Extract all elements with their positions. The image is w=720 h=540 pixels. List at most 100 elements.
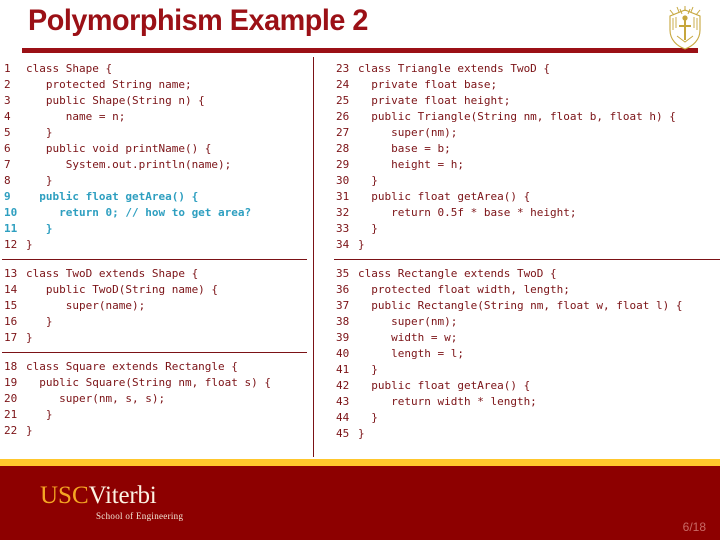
usc-shield-crest-icon bbox=[664, 4, 706, 52]
code-text: public Triangle(String nm, float b, floa… bbox=[358, 110, 676, 123]
code-listing-area: 1 class Shape {2 protected String name; 3 … bbox=[0, 57, 720, 459]
line-number: 32 bbox=[336, 206, 350, 219]
code-text: } bbox=[26, 222, 53, 235]
code-text: class Shape { bbox=[26, 62, 113, 75]
code-text: } bbox=[358, 238, 365, 251]
viterbi-wordmark: Viterbi bbox=[88, 482, 157, 509]
code-text: } bbox=[26, 408, 53, 421]
code-line: 9 public float getArea() { bbox=[0, 189, 313, 205]
code-line: 35 class Rectangle extends TwoD { bbox=[314, 266, 720, 282]
line-number: 17 bbox=[4, 331, 18, 344]
line-number: 23 bbox=[336, 62, 350, 75]
code-line: 21 } bbox=[0, 407, 313, 423]
code-line: 17} bbox=[0, 330, 313, 346]
line-number: 12 bbox=[4, 238, 18, 251]
code-text: private float height; bbox=[358, 94, 511, 107]
code-text: return width * length; bbox=[358, 395, 537, 408]
code-line: 38 super(nm); bbox=[314, 314, 720, 330]
line-number: 29 bbox=[336, 158, 350, 171]
code-text: super(nm); bbox=[358, 126, 458, 139]
line-number: 10 bbox=[4, 206, 18, 219]
code-text: class Square extends Rectangle { bbox=[26, 360, 238, 373]
line-number: 15 bbox=[4, 299, 18, 312]
line-number: 3 bbox=[4, 94, 11, 107]
code-line: 16 } bbox=[0, 314, 313, 330]
page-title: Polymorphism Example 2 bbox=[28, 4, 368, 37]
title-divider-rule bbox=[22, 48, 698, 53]
code-line: 2 protected String name; bbox=[0, 77, 313, 93]
code-line: 20 super(nm, s, s); bbox=[0, 391, 313, 407]
code-line: 14 public TwoD(String name) { bbox=[0, 282, 313, 298]
code-line: 1 class Shape { bbox=[0, 61, 313, 77]
line-number: 2 bbox=[4, 78, 11, 91]
code-text: } bbox=[26, 315, 53, 328]
line-number: 21 bbox=[4, 408, 18, 421]
line-number: 6 bbox=[4, 142, 11, 155]
code-line: 37 public Rectangle(String nm, float w, … bbox=[314, 298, 720, 314]
line-number: 14 bbox=[4, 283, 18, 296]
line-number: 8 bbox=[4, 174, 11, 187]
code-line: 42 public float getArea() { bbox=[314, 378, 720, 394]
line-number: 18 bbox=[4, 360, 18, 373]
code-line: 31 public float getArea() { bbox=[314, 189, 720, 205]
code-text: } bbox=[26, 238, 33, 251]
line-number: 19 bbox=[4, 376, 18, 389]
code-text: } bbox=[358, 411, 378, 424]
line-number: 24 bbox=[336, 78, 350, 91]
code-line: 11 } bbox=[0, 221, 313, 237]
usc-viterbi-logo: USCViterbi School of Engineering bbox=[40, 483, 184, 522]
code-line: 45} bbox=[314, 426, 720, 442]
line-number: 39 bbox=[336, 331, 350, 344]
code-line: 27 super(nm); bbox=[314, 125, 720, 141]
code-text: return 0; // how to get area? bbox=[26, 206, 252, 219]
line-number: 26 bbox=[336, 110, 350, 123]
code-text: width = w; bbox=[358, 331, 458, 344]
line-number: 16 bbox=[4, 315, 18, 328]
code-text: private float base; bbox=[358, 78, 498, 91]
line-number: 40 bbox=[336, 347, 350, 360]
code-line: 40 length = l; bbox=[314, 346, 720, 362]
code-text: } bbox=[358, 427, 365, 440]
code-line: 43 return width * length; bbox=[314, 394, 720, 410]
line-number: 43 bbox=[336, 395, 350, 408]
line-number: 31 bbox=[336, 190, 350, 203]
code-column-right: 23 class Triangle extends TwoD {24 privat… bbox=[314, 57, 720, 442]
code-line: 10 return 0; // how to get area? bbox=[0, 205, 313, 221]
code-line: 3 public Shape(String n) { bbox=[0, 93, 313, 109]
code-block: 18 class Square extends Rectangle {19 pub… bbox=[0, 359, 313, 439]
code-text: } bbox=[26, 424, 33, 437]
line-number: 33 bbox=[336, 222, 350, 235]
code-text: super(name); bbox=[26, 299, 146, 312]
code-line: 5 } bbox=[0, 125, 313, 141]
code-line: 36 protected float width, length; bbox=[314, 282, 720, 298]
line-number: 34 bbox=[336, 238, 350, 251]
code-text: public Rectangle(String nm, float w, flo… bbox=[358, 299, 683, 312]
line-number: 22 bbox=[4, 424, 18, 437]
code-line: 26 public Triangle(String nm, float b, f… bbox=[314, 109, 720, 125]
code-text: class Rectangle extends TwoD { bbox=[358, 267, 557, 280]
line-number: 35 bbox=[336, 267, 350, 280]
code-line: 24 private float base; bbox=[314, 77, 720, 93]
line-number: 4 bbox=[4, 110, 11, 123]
code-text: public float getArea() { bbox=[26, 190, 199, 203]
code-text: public Shape(String n) { bbox=[26, 94, 205, 107]
code-text: protected float width, length; bbox=[358, 283, 570, 296]
usc-viterbi-wordmark: USCViterbi bbox=[40, 483, 183, 509]
code-line: 28 base = b; bbox=[314, 141, 720, 157]
line-number: 5 bbox=[4, 126, 11, 139]
line-number: 13 bbox=[4, 267, 18, 280]
code-line: 18 class Square extends Rectangle { bbox=[0, 359, 313, 375]
code-text: class TwoD extends Shape { bbox=[26, 267, 199, 280]
code-text: return 0.5f * base * height; bbox=[358, 206, 577, 219]
code-text: length = l; bbox=[358, 347, 464, 360]
code-text: System.out.println(name); bbox=[26, 158, 232, 171]
school-of-engineering-label: School of Engineering bbox=[96, 511, 184, 521]
code-line: 41 } bbox=[314, 362, 720, 378]
line-number: 25 bbox=[336, 94, 350, 107]
line-number: 7 bbox=[4, 158, 11, 171]
code-text: height = h; bbox=[358, 158, 464, 171]
code-line: 6 public void printName() { bbox=[0, 141, 313, 157]
page-number: 6/18 bbox=[682, 520, 706, 534]
line-number: 11 bbox=[4, 222, 18, 235]
code-line: 25 private float height; bbox=[314, 93, 720, 109]
